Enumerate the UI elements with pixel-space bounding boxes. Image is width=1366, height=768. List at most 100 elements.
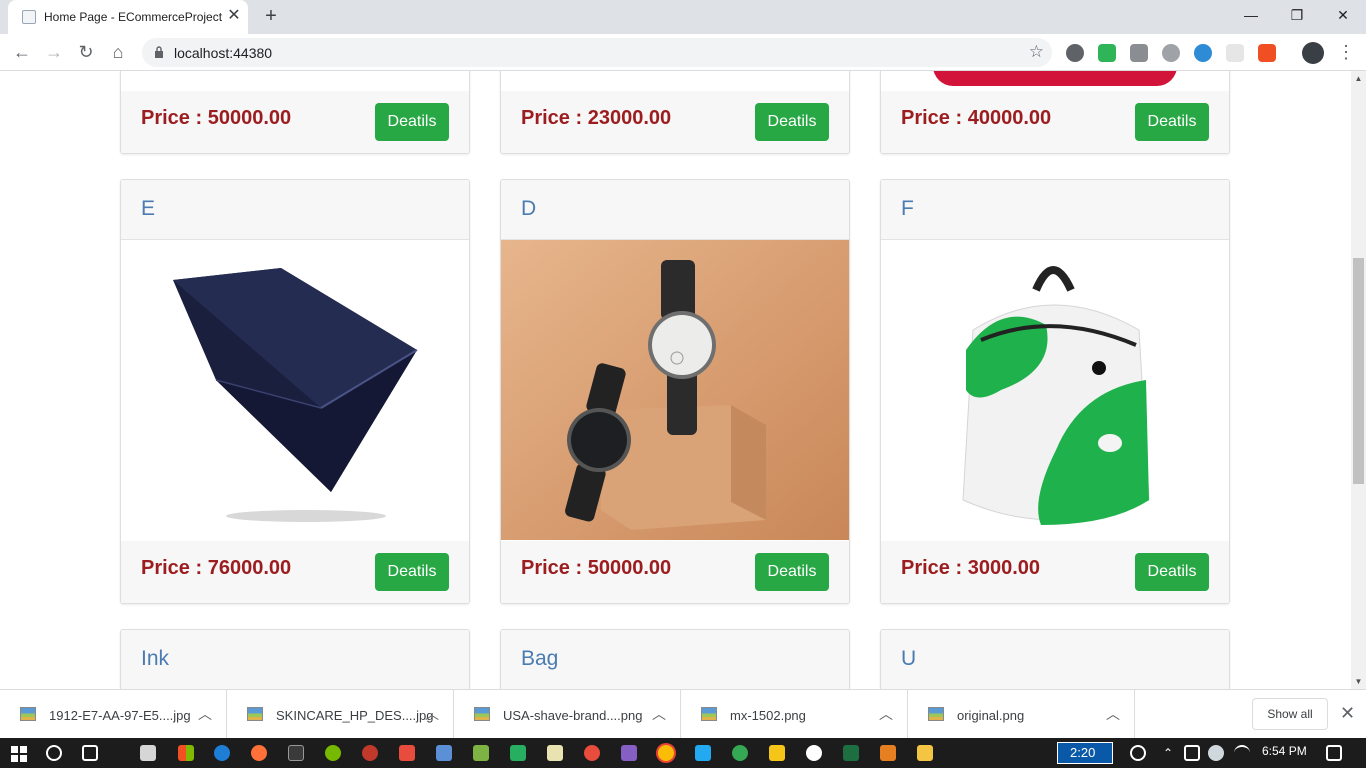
- clock[interactable]: 6:54 PM: [1262, 744, 1307, 758]
- product-image-laptop[interactable]: [121, 240, 469, 540]
- firefox-icon[interactable]: [251, 745, 267, 761]
- profile-avatar[interactable]: [1302, 42, 1324, 64]
- browser-titlebar: Home Page - ECommerceProject ✕ + — ❐ ✕: [0, 0, 1366, 34]
- product-image-watches[interactable]: [501, 240, 849, 540]
- visual-studio-icon[interactable]: [621, 745, 637, 761]
- image-file-icon: [20, 707, 36, 721]
- download-filename: mx-1502.png: [730, 708, 806, 723]
- chevron-up-icon[interactable]: ︿: [198, 704, 212, 724]
- store-icon[interactable]: [178, 745, 194, 761]
- download-item[interactable]: USA-shave-brand....png ︿: [454, 690, 681, 739]
- app-icon[interactable]: [510, 745, 526, 761]
- details-button[interactable]: Deatils: [1135, 553, 1209, 591]
- app-icon[interactable]: [806, 745, 822, 761]
- windows-start-icon[interactable]: [11, 746, 27, 762]
- app-icon[interactable]: [769, 745, 785, 761]
- shield-extension-icon[interactable]: [1098, 44, 1116, 62]
- details-button[interactable]: Deatils: [375, 103, 449, 141]
- input-indicator[interactable]: 2:20: [1057, 742, 1113, 764]
- page-scrollbar[interactable]: ▲ ▼: [1351, 71, 1366, 689]
- scroll-up-icon[interactable]: ▲: [1351, 71, 1366, 86]
- onedrive-icon[interactable]: [1208, 745, 1224, 761]
- product-name: U: [901, 647, 917, 670]
- terminal-icon[interactable]: [288, 745, 304, 761]
- address-bar[interactable]: localhost:44380 ☆: [142, 38, 1052, 67]
- menu-icon[interactable]: ⋮: [1334, 41, 1358, 63]
- download-item[interactable]: SKINCARE_HP_DES....jpg ︿: [227, 690, 454, 739]
- task-view-icon[interactable]: [82, 745, 98, 761]
- people-icon[interactable]: [1130, 745, 1146, 761]
- new-tab-button[interactable]: +: [260, 5, 282, 27]
- page-icon: [22, 10, 36, 24]
- paint-icon[interactable]: [399, 745, 415, 761]
- extension-icon[interactable]: [1066, 44, 1084, 62]
- reload-icon[interactable]: ↻: [74, 41, 98, 63]
- phone-image: [933, 71, 1177, 86]
- scrollbar-thumb[interactable]: [1353, 258, 1364, 484]
- card-header: F: [881, 180, 1229, 240]
- file-explorer-icon[interactable]: [917, 745, 933, 761]
- details-button[interactable]: Deatils: [1135, 103, 1209, 141]
- product-image-backpack[interactable]: [881, 240, 1229, 540]
- details-button[interactable]: Deatils: [755, 103, 829, 141]
- excel-icon[interactable]: [843, 745, 859, 761]
- card-footer: Price : 3000.00 Deatils: [881, 541, 1229, 603]
- show-all-button[interactable]: Show all: [1252, 698, 1328, 730]
- calculator-icon[interactable]: [140, 745, 156, 761]
- app-icon[interactable]: [732, 745, 748, 761]
- android-icon[interactable]: [473, 745, 489, 761]
- restore-button[interactable]: ❐: [1274, 4, 1320, 26]
- product-price: Price : 50000.00: [141, 107, 292, 129]
- search-icon[interactable]: [46, 745, 62, 761]
- chevron-up-icon[interactable]: ︿: [652, 704, 666, 724]
- chevron-up-icon[interactable]: ⌃: [1160, 745, 1176, 761]
- globe-extension-icon[interactable]: [1194, 44, 1212, 62]
- product-price: Price : 50000.00: [521, 557, 672, 579]
- chrome-icon[interactable]: [658, 745, 674, 761]
- close-icon[interactable]: ✕: [1340, 703, 1355, 724]
- downloads-bar: 1912-E7-AA-97-E5....jpg ︿ SKINCARE_HP_DE…: [0, 689, 1366, 739]
- back-arrow-icon[interactable]: ←: [10, 41, 34, 63]
- page-content: Price : 50000.00 Deatils Price : 23000.0…: [0, 71, 1351, 689]
- vscode-icon[interactable]: [695, 745, 711, 761]
- chevron-up-icon[interactable]: ︿: [1106, 704, 1120, 724]
- torrent-icon[interactable]: [325, 745, 341, 761]
- home-icon[interactable]: ⌂: [106, 41, 130, 63]
- chevron-up-icon[interactable]: ︿: [425, 704, 439, 724]
- battery-icon[interactable]: [1184, 745, 1200, 761]
- details-button[interactable]: Deatils: [755, 553, 829, 591]
- close-window-button[interactable]: ✕: [1320, 4, 1366, 26]
- forward-arrow-icon[interactable]: →: [42, 41, 66, 63]
- product-name: D: [521, 197, 537, 220]
- download-item[interactable]: original.png ︿: [908, 690, 1135, 739]
- product-card: D Price: 50000.00 Deatils: [500, 179, 850, 604]
- tab-close-icon[interactable]: ✕: [224, 6, 244, 26]
- card-header: E: [121, 180, 469, 240]
- box-icon[interactable]: [436, 745, 452, 761]
- product-price: Price : 3000.00: [901, 557, 1040, 579]
- app-icon[interactable]: [362, 745, 378, 761]
- chevron-up-icon[interactable]: ︿: [879, 704, 893, 724]
- image-file-icon: [474, 707, 490, 721]
- wifi-icon[interactable]: [1234, 745, 1250, 761]
- scroll-down-icon[interactable]: ▼: [1351, 674, 1366, 689]
- compass-extension-icon[interactable]: [1162, 44, 1180, 62]
- off-extension-icon[interactable]: [1258, 44, 1276, 62]
- card-footer: Price : 76000.00 Deatils: [121, 541, 469, 603]
- app-icon[interactable]: [880, 745, 896, 761]
- minimize-button[interactable]: —: [1228, 4, 1274, 26]
- app-icon[interactable]: [584, 745, 600, 761]
- details-button[interactable]: Deatils: [375, 553, 449, 591]
- bookmark-star-icon[interactable]: ☆: [1029, 42, 1044, 62]
- camera-extension-icon[interactable]: [1130, 44, 1148, 62]
- notifications-icon[interactable]: [1326, 745, 1342, 761]
- download-item[interactable]: mx-1502.png ︿: [681, 690, 908, 739]
- browser-tab[interactable]: Home Page - ECommerceProject ✕: [8, 0, 248, 34]
- product-name: E: [141, 197, 156, 220]
- grid-extension-icon[interactable]: [1226, 44, 1244, 62]
- lock-icon: [155, 46, 163, 58]
- edge-icon[interactable]: [214, 745, 230, 761]
- download-item[interactable]: 1912-E7-AA-97-E5....jpg ︿: [0, 690, 227, 739]
- notepad-icon[interactable]: [547, 745, 563, 761]
- product-card: Bag: [500, 629, 850, 689]
